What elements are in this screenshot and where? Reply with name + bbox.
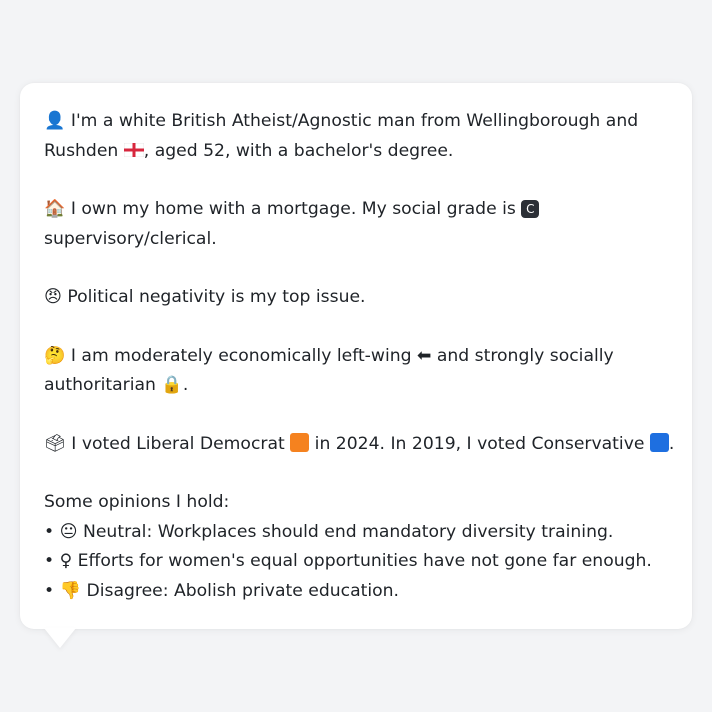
social-grade-badge: C xyxy=(521,200,540,218)
home-text-2: supervisory/clerical. xyxy=(44,228,217,249)
angry-face-icon: 😠 xyxy=(44,287,62,307)
libdem-orange-square-icon xyxy=(290,432,310,452)
bullet-dot: • xyxy=(44,551,55,571)
identity-text-2a: Rushden xyxy=(44,140,124,161)
opinions-section: Some opinions I hold: • 😐 Neutral: Workp… xyxy=(44,488,668,606)
vote-paragraph: 🗳 I voted Liberal Democrat in 2024. In 2… xyxy=(44,430,674,460)
ideology-text-2b: . xyxy=(182,375,189,395)
speech-bubble-tail xyxy=(44,628,76,648)
identity-text-2b: , aged 52, with a bachelor's degree. xyxy=(143,140,454,161)
bullet-dot: • xyxy=(44,521,55,542)
thumbs-down-icon: 👎 xyxy=(59,580,82,601)
ideology-paragraph: 🤔 I am moderately economically left-wing… xyxy=(44,342,668,401)
ideology-text-1a: I am moderately economically left-wing xyxy=(70,345,417,366)
opinion-text: Efforts for women's equal opportunities … xyxy=(77,551,652,571)
female-sign-icon: ♀ xyxy=(59,551,73,571)
identity-text-1: I'm a white British Atheist/Agnostic man… xyxy=(70,111,639,131)
opinion-text: Neutral: Workplaces should end mandatory… xyxy=(83,521,614,542)
neutral-face-icon: 😐 xyxy=(59,521,78,542)
opinion-text: Disagree: Abolish private education. xyxy=(86,580,400,601)
ideology-text-1b: and strongly socially xyxy=(431,345,614,366)
ideology-text-2: authoritarian xyxy=(44,375,162,395)
conservative-blue-square-icon xyxy=(649,432,669,452)
vote-text-c: . xyxy=(668,433,675,454)
left-arrow-icon: ⬅ xyxy=(416,345,432,366)
person-silhouette-icon: 👤 xyxy=(44,111,66,131)
profile-card: 👤 I'm a white British Atheist/Agnostic m… xyxy=(20,83,692,629)
thinking-face-icon: 🤔 xyxy=(44,345,66,366)
opinion-item: • ♀ Efforts for women's equal opportunit… xyxy=(44,547,668,577)
identity-paragraph: 👤 I'm a white British Atheist/Agnostic m… xyxy=(44,107,668,166)
opinion-item: • 👎 Disagree: Abolish private education. xyxy=(44,577,668,607)
home-text-1: I own my home with a mortgage. My social… xyxy=(70,199,522,219)
house-icon: 🏠 xyxy=(44,199,66,219)
vote-text-a: I voted Liberal Democrat xyxy=(71,433,291,454)
ballot-box-icon: 🗳 xyxy=(44,433,66,454)
england-flag-icon xyxy=(123,142,144,157)
opinion-item: • 😐 Neutral: Workplaces should end manda… xyxy=(44,518,668,548)
issue-paragraph: 😠 Political negativity is my top issue. xyxy=(44,283,668,313)
issue-text: Political negativity is my top issue. xyxy=(67,287,366,307)
opinions-heading: Some opinions I hold: xyxy=(44,492,230,512)
vote-text-b: in 2024. In 2019, I voted Conservative xyxy=(309,433,650,454)
bullet-dot: • xyxy=(44,580,55,601)
lock-icon: 🔒 xyxy=(161,375,183,395)
home-paragraph: 🏠 I own my home with a mortgage. My soci… xyxy=(44,195,668,254)
